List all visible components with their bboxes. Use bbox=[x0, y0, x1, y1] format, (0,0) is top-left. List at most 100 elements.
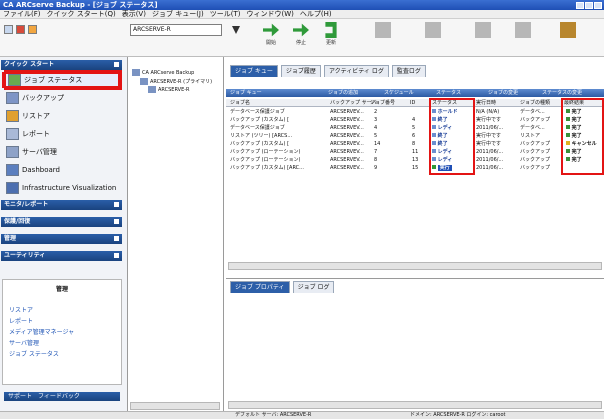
tool-button[interactable] bbox=[470, 22, 496, 50]
grid-header: ジョブ キュー ジョブの追加 スケジュール ステータス ジョブの変更 ステータス… bbox=[226, 89, 604, 97]
dashboard-icon bbox=[6, 164, 19, 176]
stop-button[interactable]: 停止 bbox=[288, 22, 314, 50]
menu-view[interactable]: 表示(V) bbox=[122, 9, 146, 19]
table-row[interactable]: データベース保護ジョブ ARCSERVEV... 2 ホールド N/A (N/A… bbox=[226, 109, 604, 116]
tab-job-properties[interactable]: ジョブ プロパティ bbox=[230, 281, 290, 293]
report-button[interactable] bbox=[555, 22, 581, 50]
grid-scrollbar[interactable] bbox=[228, 262, 602, 270]
nav-section-utility[interactable]: ユーティリティ bbox=[1, 251, 122, 261]
task-link-job-status[interactable]: ジョブ ステータス bbox=[9, 349, 121, 358]
status-login: ドメイン: ARCSERVE-R ログイン: caroot bbox=[410, 412, 506, 418]
support-bar: サポート フィードバック bbox=[4, 392, 120, 401]
table-row[interactable]: バックアップ (ローテーション) ARCSERVEV... 7 11 レディ 2… bbox=[226, 149, 604, 156]
options-button[interactable] bbox=[370, 22, 396, 50]
task-link-media[interactable]: メディア管理マネージャ bbox=[9, 327, 121, 336]
nav-item-infrastructure[interactable]: Infrastructure Visualization bbox=[2, 180, 120, 196]
help-button[interactable] bbox=[510, 22, 536, 50]
schedule-action[interactable]: スケジュール bbox=[384, 89, 414, 97]
modify-job-action[interactable]: ジョブの変更 bbox=[488, 89, 518, 97]
table-row[interactable]: データベース保護ジョブ ARCSERVEV... 4 5 レディ 2011/06… bbox=[226, 125, 604, 132]
task-panel-title: 管理 bbox=[55, 286, 68, 293]
stop-icon[interactable] bbox=[16, 25, 25, 34]
statusbar: デフォルト サーバ: ARCSERVE-R ドメイン: ARCSERVE-R ロ… bbox=[0, 411, 604, 419]
menu-window[interactable]: ウィンドウ(W) bbox=[246, 9, 293, 19]
menu-jobqueue[interactable]: ジョブ キュー(J) bbox=[152, 9, 204, 19]
tab-activity-log[interactable]: アクティビティ ログ bbox=[323, 65, 389, 77]
tab-job-log[interactable]: ジョブ ログ bbox=[292, 281, 335, 293]
nav-item-backup[interactable]: バックアップ bbox=[2, 90, 120, 106]
help-icon bbox=[515, 22, 531, 38]
table-row[interactable]: バックアップ (カスタム) [ ARCSERVEV... 3 4 終了 実行中で… bbox=[226, 117, 604, 124]
edit-button[interactable] bbox=[420, 22, 446, 50]
status-column-highlight bbox=[429, 98, 475, 175]
tool-icon bbox=[475, 22, 491, 38]
nav-item-report[interactable]: レポート bbox=[2, 126, 120, 142]
nav-job-status-highlight bbox=[4, 70, 122, 90]
restore-icon bbox=[6, 110, 19, 122]
tree-root[interactable]: CA ARCserve Backup bbox=[132, 69, 194, 76]
nav-section-quickstart[interactable]: クイック スタート bbox=[1, 60, 122, 70]
home-icon[interactable] bbox=[4, 25, 13, 34]
server-select[interactable]: ARCSERVE-R bbox=[130, 24, 222, 36]
chevron-down-icon[interactable] bbox=[232, 26, 240, 34]
toolbar: ARCSERVE-R 開始 停止 更新 bbox=[0, 19, 604, 57]
col-id[interactable]: ID bbox=[410, 99, 415, 107]
report-icon bbox=[560, 22, 576, 38]
table-row[interactable]: リストア (ツリー) [ARCS... ARCSERVEV... 5 6 終了 … bbox=[226, 133, 604, 140]
nav-item-restore[interactable]: リストア bbox=[2, 108, 120, 124]
nav-item-server-admin[interactable]: サーバ管理 bbox=[2, 144, 120, 160]
menu-tools[interactable]: ツール(T) bbox=[210, 9, 241, 19]
window-controls bbox=[576, 1, 602, 9]
tree-primary-server[interactable]: ARCSERVE-R (プライマリ) bbox=[140, 78, 212, 85]
refresh-icon bbox=[325, 22, 337, 38]
col-job-no[interactable]: ジョブ番号 bbox=[370, 99, 395, 107]
maximize-icon[interactable] bbox=[585, 1, 593, 9]
feedback-link[interactable]: フィードバック bbox=[38, 392, 80, 401]
nav-item-dashboard[interactable]: Dashboard bbox=[2, 162, 120, 178]
change-status-action[interactable]: ステータスの変更 bbox=[542, 89, 582, 97]
job-detail-pane: ジョブ プロパティ ジョブ ログ bbox=[226, 278, 604, 411]
menu-file[interactable]: ファイル(F) bbox=[3, 9, 41, 19]
detail-scrollbar[interactable] bbox=[228, 401, 602, 409]
task-link-restore[interactable]: リストア bbox=[9, 305, 121, 314]
table-row[interactable]: バックアップ (ローテーション) ARCSERVEV... 8 13 レディ 2… bbox=[226, 157, 604, 164]
table-row[interactable]: バックアップ (カスタム) [ ARCSERVEV... 14 8 終了 実行中… bbox=[226, 141, 604, 148]
nav-section-protect[interactable]: 保護/回復 bbox=[1, 217, 122, 227]
menu-quickstart[interactable]: クイック スタート(Q) bbox=[47, 9, 116, 19]
main-tabs: ジョブ キュー ジョブ履歴 アクティビティ ログ 監査ログ bbox=[226, 65, 604, 77]
support-link[interactable]: サポート bbox=[8, 392, 32, 401]
start-button[interactable]: 開始 bbox=[258, 22, 284, 50]
add-job-action[interactable]: ジョブの追加 bbox=[328, 89, 358, 97]
refresh-button[interactable]: 更新 bbox=[318, 22, 344, 50]
server-tree: CA ARCserve Backup ARCSERVE-R (プライマリ) AR… bbox=[128, 57, 224, 411]
task-link-server-admin[interactable]: サーバ管理 bbox=[9, 338, 121, 347]
menu-help[interactable]: ヘルプ(H) bbox=[300, 9, 332, 19]
col-job-name[interactable]: ジョブ名 bbox=[230, 99, 250, 107]
col-exec-time[interactable]: 実行日時 bbox=[476, 99, 496, 107]
status-action[interactable]: ステータス bbox=[436, 89, 461, 97]
task-links: リストア レポート メディア管理マネージャ サーバ管理 ジョブ ステータス bbox=[3, 293, 121, 358]
tab-job-queue[interactable]: ジョブ キュー bbox=[230, 65, 278, 77]
tab-audit-log[interactable]: 監査ログ bbox=[391, 65, 426, 77]
server-node-icon bbox=[148, 86, 156, 93]
nav-section-manage[interactable]: 管理 bbox=[1, 234, 122, 244]
backup-icon bbox=[6, 92, 19, 104]
folder-icon[interactable] bbox=[28, 25, 37, 34]
result-column-highlight bbox=[561, 98, 604, 175]
detail-tabs: ジョブ プロパティ ジョブ ログ bbox=[226, 281, 604, 293]
tree-server[interactable]: ARCSERVE-R bbox=[148, 86, 190, 93]
stop-arrow-icon bbox=[293, 23, 309, 37]
toolbar-shortcuts bbox=[4, 25, 37, 34]
tab-job-history[interactable]: ジョブ履歴 bbox=[280, 65, 321, 77]
tree-scrollbar[interactable] bbox=[130, 402, 220, 410]
server-tree-icon bbox=[140, 78, 148, 85]
close-icon[interactable] bbox=[594, 1, 602, 9]
server-icon bbox=[6, 146, 19, 158]
grid-column-headers: ジョブ名 バックアップ サーバ ジョブ番号 ID ステータス 実行日時 ジョブの… bbox=[226, 99, 604, 107]
status-default-server: デフォルト サーバ: ARCSERVE-R bbox=[235, 412, 312, 418]
nav-section-monitor[interactable]: モニタ/レポート bbox=[1, 200, 122, 210]
task-link-report[interactable]: レポート bbox=[9, 316, 121, 325]
col-job-type[interactable]: ジョブの種類 bbox=[520, 99, 550, 107]
minimize-icon[interactable] bbox=[576, 1, 584, 9]
table-row[interactable]: バックアップ (カスタム) [ARC... ARCSERVEV... 9 15 … bbox=[226, 165, 604, 172]
